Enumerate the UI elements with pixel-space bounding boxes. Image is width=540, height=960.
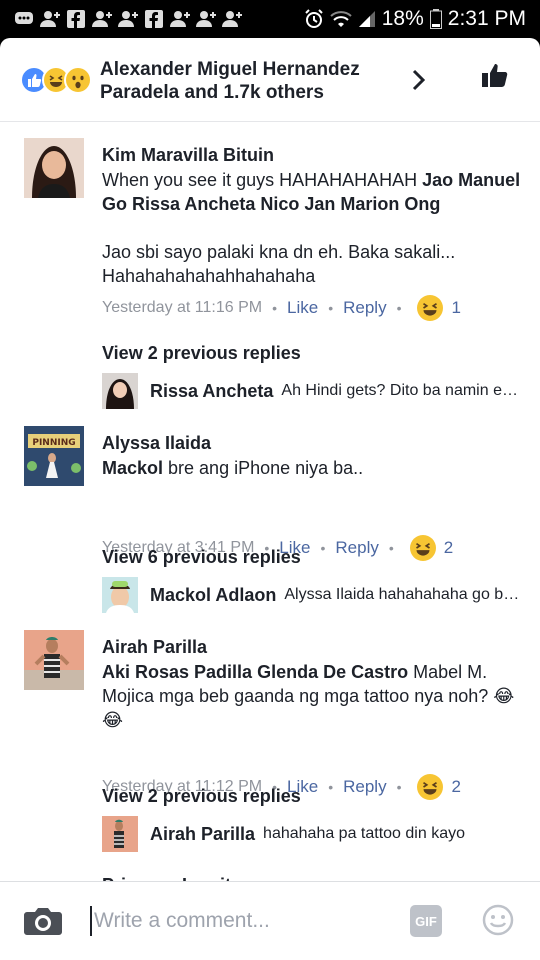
camera-icon[interactable] [24, 906, 62, 936]
reply-author[interactable]: Mackol Adlaon [150, 585, 276, 606]
comment-text: When you see it guys HAHAHAHAHAH Jao Man… [102, 168, 522, 216]
tagged-names[interactable]: Mackol [102, 458, 163, 478]
message-icon [14, 10, 34, 28]
reaction-count[interactable]: 2 [451, 777, 460, 797]
comment-body: Alyssa Ilaida Mackol bre ang iPhone niya… [102, 432, 522, 480]
separator-dot: • [388, 540, 394, 556]
reaction-icons [20, 66, 100, 94]
view-previous-replies[interactable]: View 2 previous replies [102, 786, 301, 807]
comment-timestamp: Yesterday at 11:16 PM [102, 299, 263, 316]
reply-text: Alyssa Ilaida hahahahaha go b… [284, 586, 520, 603]
person-add-icon [196, 10, 216, 28]
facebook-icon [66, 10, 86, 28]
comment-body: Kim Maravilla Bituin When you see it guy… [102, 144, 522, 288]
reactors-summary[interactable]: Alexander Miguel Hernandez Paradela and … [100, 58, 390, 104]
comment-text-plain: When you see it guys HAHAHAHAHAH [102, 170, 423, 190]
person-add-icon [118, 10, 138, 28]
avatar[interactable] [102, 816, 138, 852]
reply-link[interactable]: Reply [335, 538, 378, 558]
reply-preview[interactable]: Mackol Adlaon Alyssa Ilaida hahahahaha g… [102, 577, 522, 613]
haha-reaction-icon[interactable] [417, 774, 444, 800]
separator-dot: • [272, 300, 278, 316]
comment-text: Mackol bre ang iPhone niya ba.. [102, 456, 522, 480]
separator-dot: • [328, 779, 334, 795]
view-previous-replies[interactable]: View 6 previous replies [102, 547, 301, 568]
avatar[interactable] [24, 138, 84, 198]
haha-reaction-icon[interactable] [409, 535, 436, 561]
alarm-icon [304, 9, 324, 29]
wifi-icon [330, 10, 352, 28]
facebook-icon [144, 10, 164, 28]
battery-icon [429, 9, 442, 29]
like-link[interactable]: Like [287, 298, 318, 318]
reply-preview[interactable]: Airah Parilla hahahaha pa tattoo din kay… [102, 816, 522, 852]
reply-text: Ah Hindi gets? Dito ba namin ex… [281, 382, 522, 399]
text-cursor [90, 906, 92, 936]
notification-icons [0, 10, 242, 28]
clock: 2:31 PM [447, 7, 526, 30]
separator-dot: • [328, 300, 334, 316]
avatar[interactable] [102, 577, 138, 613]
status-bar: 18% 2:31 PM [0, 0, 540, 38]
reply-preview[interactable]: Rissa Ancheta Ah Hindi gets? Dito ba nam… [102, 373, 522, 409]
comment-meta: Yesterday at 11:16 PM • Like • Reply • 1 [102, 295, 461, 321]
reply-link[interactable]: Reply [343, 298, 386, 318]
avatar[interactable] [102, 373, 138, 409]
reply-link[interactable]: Reply [343, 777, 386, 797]
avatar[interactable]: PINNING [24, 426, 84, 486]
view-previous-replies[interactable]: View 2 previous replies [102, 343, 301, 364]
comment-input[interactable]: Write a comment... [94, 906, 270, 936]
sticker-smiley-icon[interactable] [482, 904, 514, 936]
separator-dot: • [396, 779, 402, 795]
comment-author[interactable]: Kim Maravilla Bituin [102, 144, 522, 166]
comments-sheet: Alexander Miguel Hernandez Paradela and … [0, 38, 540, 960]
gif-button[interactable]: GIF [410, 905, 442, 937]
battery-percent: 18% [381, 7, 424, 30]
avatar[interactable] [24, 630, 84, 690]
like-button-icon[interactable] [480, 60, 510, 90]
signal-icon [358, 10, 376, 28]
haha-reaction-icon[interactable] [417, 295, 444, 321]
comment-text-continued: Jao sbi sayo palaki kna dn eh. Baka saka… [102, 242, 456, 286]
wow-reaction-icon [64, 66, 92, 94]
system-status: 18% 2:31 PM [304, 7, 540, 31]
comment-composer: Write a comment... GIF [0, 881, 540, 960]
comment-author[interactable]: Airah Parilla [102, 636, 522, 658]
reaction-count[interactable]: 1 [451, 298, 460, 318]
comment-body: Airah Parilla Aki Rosas Padilla Glenda D… [102, 636, 522, 732]
person-add-icon [222, 10, 242, 28]
comment-text-plain: bre ang iPhone niya ba.. [163, 458, 364, 478]
comment-author[interactable]: Alyssa Ilaida [102, 432, 522, 454]
tagged-names[interactable]: Aki Rosas Padilla Glenda De Castro [102, 662, 408, 682]
reply-author[interactable]: Airah Parilla [150, 824, 255, 845]
separator-dot: • [320, 540, 326, 556]
reactions-header[interactable]: Alexander Miguel Hernandez Paradela and … [0, 38, 540, 122]
reaction-count[interactable]: 2 [444, 538, 453, 558]
chevron-right-icon[interactable] [406, 68, 430, 92]
comment-text: Aki Rosas Padilla Glenda De Castro Mabel… [102, 660, 522, 732]
reply-text: hahahaha pa tattoo din kayo [263, 825, 465, 842]
avatar-banner-text: PINNING [32, 438, 75, 448]
reply-author[interactable]: Rissa Ancheta [150, 381, 273, 402]
person-add-icon [40, 10, 60, 28]
separator-dot: • [396, 300, 402, 316]
person-add-icon [170, 10, 190, 28]
person-add-icon [92, 10, 112, 28]
